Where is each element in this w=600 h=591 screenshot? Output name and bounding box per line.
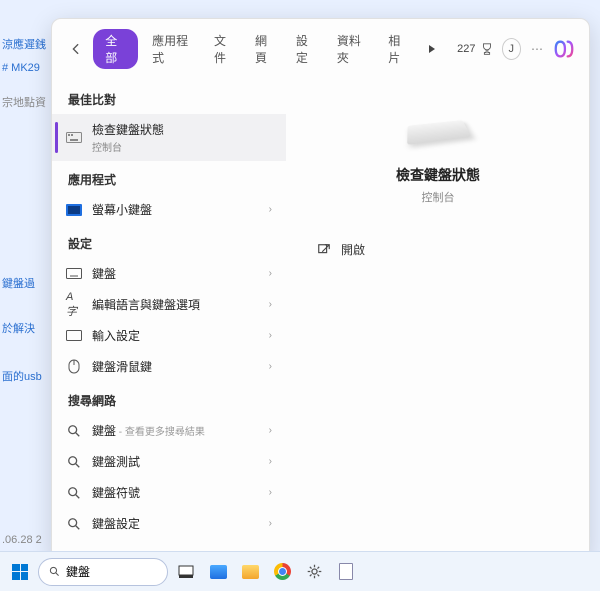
result-web-3[interactable]: 鍵盤符號 › <box>52 477 286 508</box>
settings-button[interactable] <box>300 558 328 586</box>
result-language[interactable]: A字 編輯語言與鍵盤選項 › <box>52 289 286 320</box>
language-icon: A字 <box>66 297 82 313</box>
bg-text: 面的usb <box>2 368 42 384</box>
chevron-right-icon: › <box>269 518 272 529</box>
taskbar-search[interactable] <box>38 558 168 586</box>
results-list: 最佳比對 檢查鍵盤狀態 控制台 應用程式 螢幕小鍵盤 › 設定 鍵盤 › <box>52 75 287 560</box>
chevron-right-icon: › <box>269 361 272 372</box>
section-settings: 設定 <box>52 225 286 258</box>
explorer-button[interactable] <box>204 558 232 586</box>
result-mousekeys[interactable]: 鍵盤滑鼠鍵 › <box>52 351 286 382</box>
section-apps: 應用程式 <box>52 161 286 194</box>
result-title: 鍵盤測試 <box>92 453 259 470</box>
osk-icon <box>66 202 82 218</box>
result-title: 鍵盤 <box>92 424 116 438</box>
result-title: 螢幕小鍵盤 <box>92 201 259 218</box>
count-label: 227 <box>457 43 475 55</box>
result-web-2[interactable]: 鍵盤測試 › <box>52 446 286 477</box>
tab-documents[interactable]: 文件 <box>208 29 241 69</box>
tab-web[interactable]: 網頁 <box>249 29 282 69</box>
tab-photos[interactable]: 相片 <box>382 29 415 69</box>
back-button[interactable] <box>66 38 85 60</box>
explorer-icon <box>210 565 227 579</box>
more-tabs-button[interactable] <box>423 42 441 56</box>
tab-folders[interactable]: 資料夾 <box>331 29 374 69</box>
section-best-match: 最佳比對 <box>52 81 286 114</box>
result-title: 鍵盤 <box>92 265 259 282</box>
taskview-button[interactable] <box>172 558 200 586</box>
detail-category: 控制台 <box>422 189 455 205</box>
result-input[interactable]: 輸入設定 › <box>52 320 286 351</box>
folder-icon <box>242 565 259 579</box>
app-button[interactable] <box>332 558 360 586</box>
result-title: 鍵盤滑鼠鍵 <box>92 358 259 375</box>
chevron-right-icon: › <box>269 425 272 436</box>
keyboard-thumbnail <box>407 120 472 145</box>
result-title: 檢查鍵盤狀態 <box>92 123 164 137</box>
start-button[interactable] <box>6 558 34 586</box>
chevron-right-icon: › <box>269 456 272 467</box>
document-icon <box>339 563 353 580</box>
chevron-right-icon: › <box>269 330 272 341</box>
result-web-1[interactable]: 鍵盤 - 查看更多搜尋結果 › <box>52 415 286 446</box>
chevron-right-icon: › <box>269 487 272 498</box>
taskview-icon <box>178 565 194 579</box>
bg-text: 於解決 <box>2 320 35 336</box>
copilot-icon[interactable] <box>553 38 575 60</box>
result-sub: 控制台 <box>92 139 272 154</box>
detail-pane: 檢查鍵盤狀態 控制台 開啟 <box>287 75 589 560</box>
result-title: 編輯語言與鍵盤選項 <box>92 296 259 313</box>
folder-button[interactable] <box>236 558 264 586</box>
result-best-match[interactable]: 檢查鍵盤狀態 控制台 <box>52 114 286 161</box>
input-icon <box>66 328 82 344</box>
open-button[interactable]: 開啟 <box>297 241 365 258</box>
detail-title: 檢查鍵盤狀態 <box>396 165 480 185</box>
result-hint: - 查看更多搜尋結果 <box>116 427 205 438</box>
taskbar <box>0 551 600 591</box>
tab-apps[interactable]: 應用程式 <box>146 29 200 69</box>
keyboard-icon <box>66 266 82 282</box>
result-osk[interactable]: 螢幕小鍵盤 › <box>52 194 286 225</box>
chevron-right-icon: › <box>269 204 272 215</box>
taskbar-search-input[interactable] <box>66 565 157 579</box>
result-title: 輸入設定 <box>92 327 259 344</box>
search-icon <box>66 516 82 532</box>
open-icon <box>317 243 331 257</box>
open-label: 開啟 <box>341 241 365 258</box>
tab-settings[interactable]: 設定 <box>290 29 323 69</box>
section-web: 搜尋網路 <box>52 382 286 415</box>
rewards-count[interactable]: 227 <box>457 42 493 56</box>
search-icon <box>66 485 82 501</box>
mouse-icon <box>66 359 82 375</box>
tab-all[interactable]: 全部 <box>93 29 138 69</box>
arrow-left-icon <box>69 42 83 56</box>
windows-icon <box>12 564 28 580</box>
bg-text: # MK29 <box>2 62 40 74</box>
search-icon <box>66 454 82 470</box>
gear-icon <box>306 563 323 580</box>
play-icon <box>427 44 437 54</box>
trophy-icon <box>480 42 494 56</box>
bg-text: .06.28 2 <box>2 534 42 546</box>
result-keyboard[interactable]: 鍵盤 › <box>52 258 286 289</box>
chevron-right-icon: › <box>269 299 272 310</box>
chrome-button[interactable] <box>268 558 296 586</box>
bg-text: 宗地點資 <box>2 94 46 110</box>
result-title: 鍵盤設定 <box>92 515 259 532</box>
chrome-icon <box>274 563 291 580</box>
user-avatar[interactable]: J <box>502 38 521 60</box>
keyboard-icon <box>66 130 82 146</box>
search-panel: 全部 應用程式 文件 網頁 設定 資料夾 相片 227 J ⋯ 最佳比對 檢查鍵… <box>51 18 590 560</box>
search-icon <box>66 423 82 439</box>
bg-text: 鍵盤過 <box>2 275 35 291</box>
menu-button[interactable]: ⋯ <box>529 42 545 56</box>
filter-tabs: 全部 應用程式 文件 網頁 設定 資料夾 相片 227 J ⋯ <box>52 19 589 75</box>
chevron-right-icon: › <box>269 268 272 279</box>
bg-text: 涼應遲銭 <box>2 36 46 52</box>
result-web-4[interactable]: 鍵盤設定 › <box>52 508 286 539</box>
search-icon <box>49 565 60 578</box>
result-title: 鍵盤符號 <box>92 484 259 501</box>
